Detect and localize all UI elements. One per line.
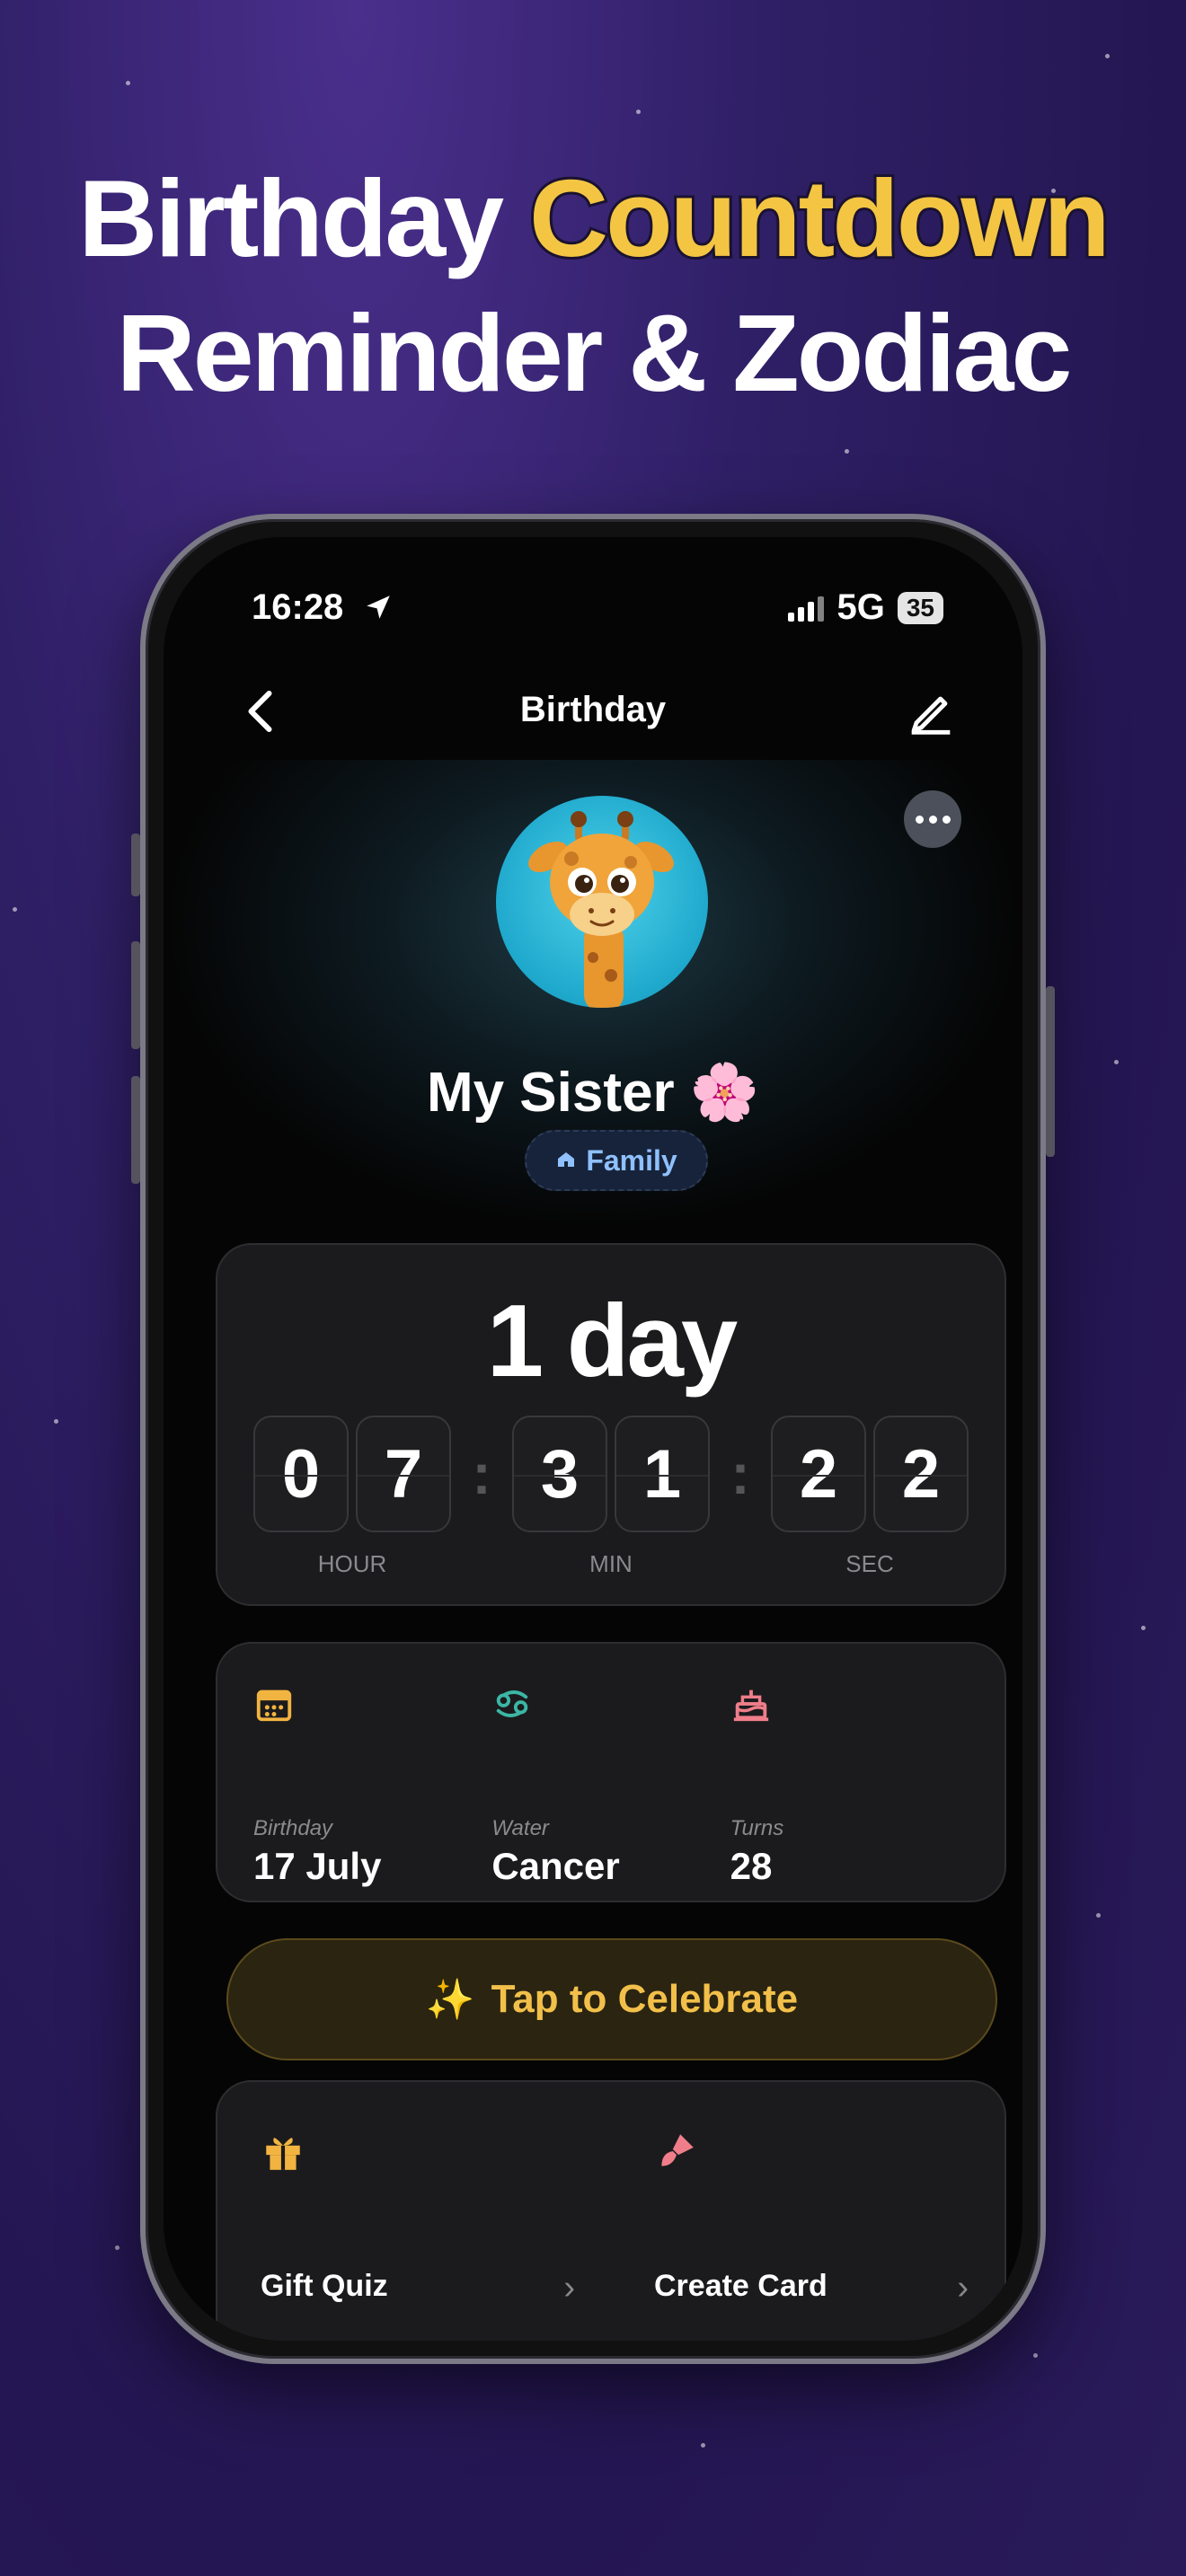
location-arrow-icon: [363, 591, 394, 631]
category-tag[interactable]: Family: [525, 1130, 708, 1191]
separator: :: [730, 1442, 750, 1506]
info-label: Water: [491, 1816, 549, 1840]
star: [1033, 2353, 1038, 2358]
info-age: Turns 28: [730, 1683, 969, 1901]
home-icon: [555, 1144, 577, 1178]
page-title: Birthday: [519, 690, 667, 729]
person-name: My Sister 🌸: [426, 1062, 760, 1124]
info-value: 28: [730, 1845, 773, 1887]
min-label: MIN: [589, 1550, 633, 1577]
info-card: Birthday 17 July Water Cancer Turns 28: [216, 1642, 1006, 1902]
edit-pencil-icon[interactable]: [902, 684, 960, 742]
hour-digit: 0: [253, 1416, 349, 1532]
avatar-giraffe: [496, 796, 708, 1008]
info-label: Birthday: [253, 1816, 333, 1840]
gift-quiz-button[interactable]: Gift Quiz ›: [217, 2082, 611, 2341]
days-remaining: 1 day: [486, 1284, 739, 1398]
info-zodiac: Water Cancer: [491, 1683, 730, 1901]
info-value: 17 July: [253, 1845, 382, 1887]
countdown-digits: 0 7 : 3 1 : 2 2: [253, 1416, 969, 1532]
star: [1096, 1913, 1101, 1918]
star: [1114, 1060, 1119, 1064]
calendar-icon: [253, 1683, 295, 1725]
star: [115, 2245, 119, 2250]
actions-card: Gift Quiz › Create Card ›: [216, 2080, 1006, 2341]
cancer-zodiac-icon: [491, 1683, 533, 1725]
star: [1105, 54, 1110, 58]
second-digit: 2: [771, 1416, 866, 1532]
action-label: Create Card: [654, 2269, 828, 2303]
second-digit: 2: [873, 1416, 969, 1532]
sparkles-icon: ✨: [425, 1978, 475, 2022]
separator: :: [472, 1442, 491, 1506]
star: [636, 110, 641, 114]
headline-highlight: Countdown: [527, 154, 1113, 282]
star: [701, 2443, 705, 2448]
info-label: Turns: [730, 1816, 784, 1840]
nav-bar: Birthday: [164, 679, 1022, 742]
battery-icon: 35: [897, 591, 943, 624]
brush-icon: [654, 2129, 699, 2174]
headline-text: Birthday: [78, 157, 529, 279]
action-label: Gift Quiz: [261, 2269, 388, 2303]
sec-label: SEC: [845, 1550, 894, 1577]
phone-frame: 16:28 5G 35 Birthday My Sister 🌸 Family …: [131, 514, 1055, 2364]
hour-digit: 7: [356, 1416, 451, 1532]
create-card-button[interactable]: Create Card ›: [611, 2082, 1005, 2341]
celebrate-label: Tap to Celebrate: [491, 1977, 799, 2021]
minute-digit: 3: [512, 1416, 607, 1532]
gift-icon: [261, 2129, 305, 2174]
star: [13, 907, 17, 912]
star: [845, 449, 849, 454]
cake-icon: [730, 1683, 772, 1725]
headline-subline: Reminder & Zodiac: [116, 292, 1073, 414]
network-label: 5G: [836, 587, 885, 627]
chevron-right-icon: ›: [957, 2269, 969, 2307]
app-screen: 16:28 5G 35 Birthday My Sister 🌸 Family …: [164, 537, 1022, 2341]
minute-digit: 1: [615, 1416, 710, 1532]
countdown-card: 1 day 0 7 : 3 1 : 2 2 HOUR MIN SEC: [216, 1243, 1006, 1606]
signal-icon: [788, 595, 825, 622]
status-time: 16:28: [252, 587, 344, 627]
tap-to-celebrate-button[interactable]: ✨ Tap to Celebrate: [226, 1938, 997, 2060]
info-birthday: Birthday 17 July: [253, 1683, 491, 1901]
star: [126, 81, 130, 85]
hour-label: HOUR: [317, 1550, 387, 1577]
info-value: Cancer: [491, 1845, 620, 1887]
marketing-headline: Birthday Countdown Reminder & Zodiac: [0, 151, 1186, 420]
star: [1141, 1626, 1146, 1630]
more-options-button[interactable]: [904, 790, 961, 848]
status-bar: 16:28 5G 35: [164, 582, 1022, 636]
star: [54, 1419, 58, 1424]
category-tag-label: Family: [586, 1143, 677, 1177]
chevron-right-icon: ›: [563, 2269, 575, 2307]
